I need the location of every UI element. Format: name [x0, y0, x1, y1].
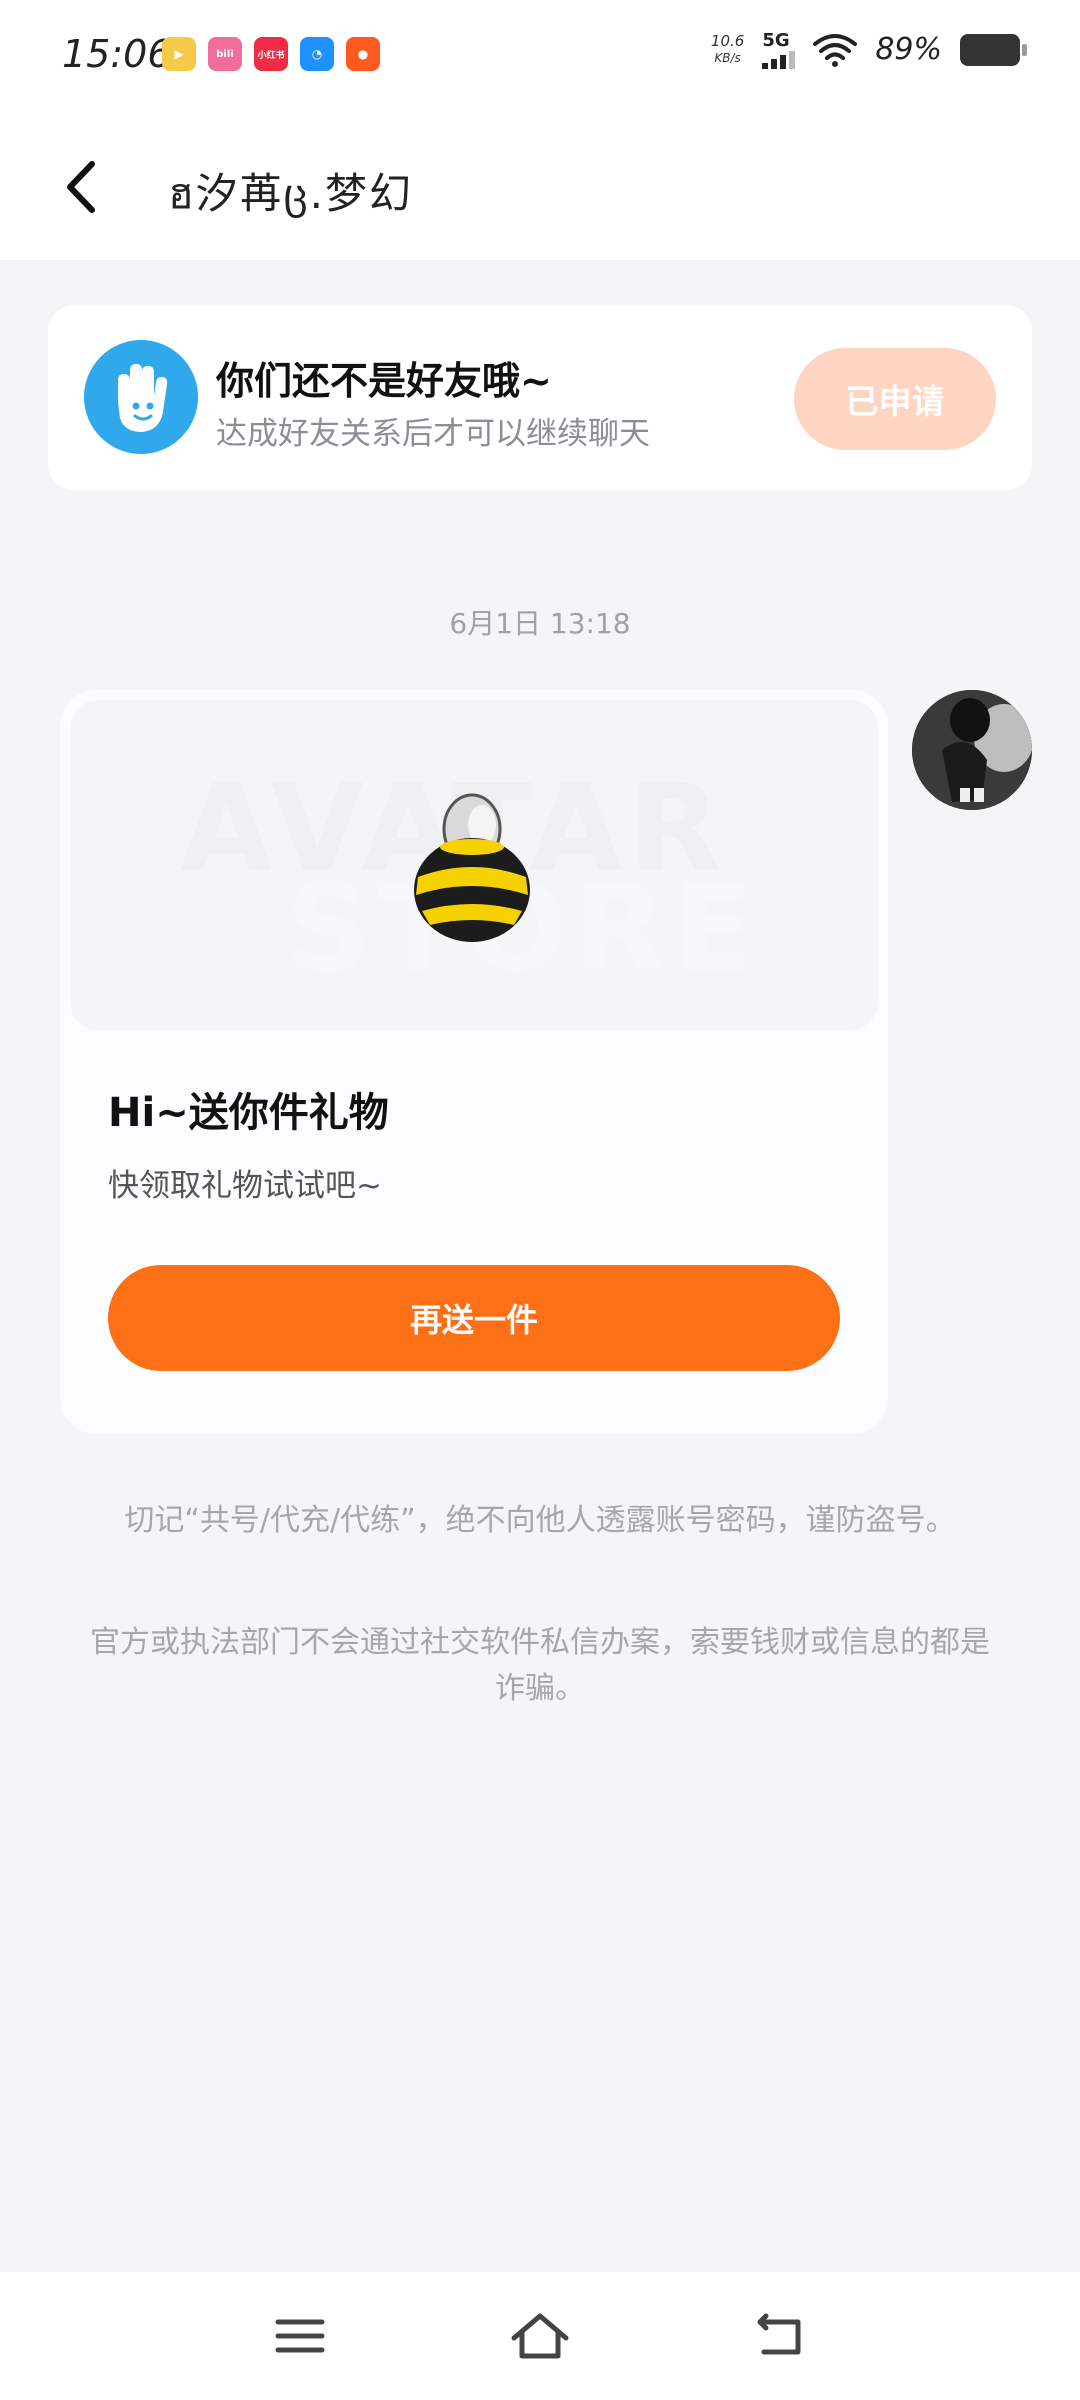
gift-subtitle: 快领取礼物试试吧~ — [108, 1168, 382, 1204]
avatar[interactable] — [912, 690, 1032, 810]
browser-icon: ◔ — [300, 37, 334, 71]
kuaishou-icon: ● — [346, 37, 380, 71]
applied-button[interactable]: 已申请 — [794, 348, 996, 450]
safety-warning-2: 官方或执法部门不会通过社交软件私信办案，索要钱财或信息的都是诈骗。 — [90, 1625, 990, 1706]
message-timestamp: 6月1日 13:18 — [449, 607, 631, 640]
gift-image: AVATAR STORE — [70, 700, 878, 1030]
send-again-button[interactable]: 再送一件 — [108, 1265, 840, 1371]
net-speed-unit: KB/s — [714, 50, 741, 65]
notification-icons: ▶ bili 小红书 ◔ ● — [162, 37, 380, 71]
xiaohongshu-icon: 小红书 — [254, 37, 288, 71]
network-type: 5G — [762, 30, 790, 51]
home-icon[interactable] — [510, 2310, 570, 2362]
wave-hand-icon — [84, 340, 198, 454]
chat-header: ฮ汐苒ც.梦幻 — [0, 110, 1080, 260]
friend-request-banner: 你们还不是好友哦~ 达成好友关系后才可以继续聊天 已申请 — [48, 305, 1032, 490]
status-time: 15:06 — [62, 32, 172, 76]
friend-banner-subtitle: 达成好友关系后才可以继续聊天 — [216, 416, 650, 452]
bee-gift-icon — [414, 793, 530, 942]
net-speed-value: 10.6 — [710, 31, 745, 50]
net-speed: 10.6 KB/s — [710, 31, 745, 67]
status-bar: 15:06 ▶ bili 小红书 ◔ ● 10.6 KB/s 5G 89% — [0, 0, 1080, 110]
battery-percent: 89% — [875, 32, 942, 67]
menu-icon[interactable] — [270, 2310, 330, 2362]
chat-title: ฮ汐苒ც.梦幻 — [168, 169, 413, 218]
friend-banner-title: 你们还不是好友哦~ — [216, 359, 552, 403]
back-nav-icon[interactable] — [750, 2310, 810, 2362]
system-nav-bar — [0, 2272, 1080, 2400]
safety-warning-1: 切记“共号/代充/代练”，绝不向他人透露账号密码，谨防盗号。 — [124, 1503, 956, 1538]
back-arrow-icon[interactable] — [50, 152, 120, 222]
wifi-icon — [813, 33, 858, 67]
gift-title: Hi~送你件礼物 — [108, 1090, 389, 1136]
battery-icon — [960, 33, 1027, 66]
status-right: 10.6 KB/s 5G 89% — [710, 30, 1027, 69]
cellular-signal-icon: 5G — [762, 30, 796, 69]
bilibili-icon: bili — [208, 37, 242, 71]
tencent-video-icon: ▶ — [162, 37, 196, 71]
gift-message-card[interactable]: AVATAR STORE Hi~送你件礼物 快领取礼物试试吧~ 再送一件 — [60, 690, 888, 1434]
